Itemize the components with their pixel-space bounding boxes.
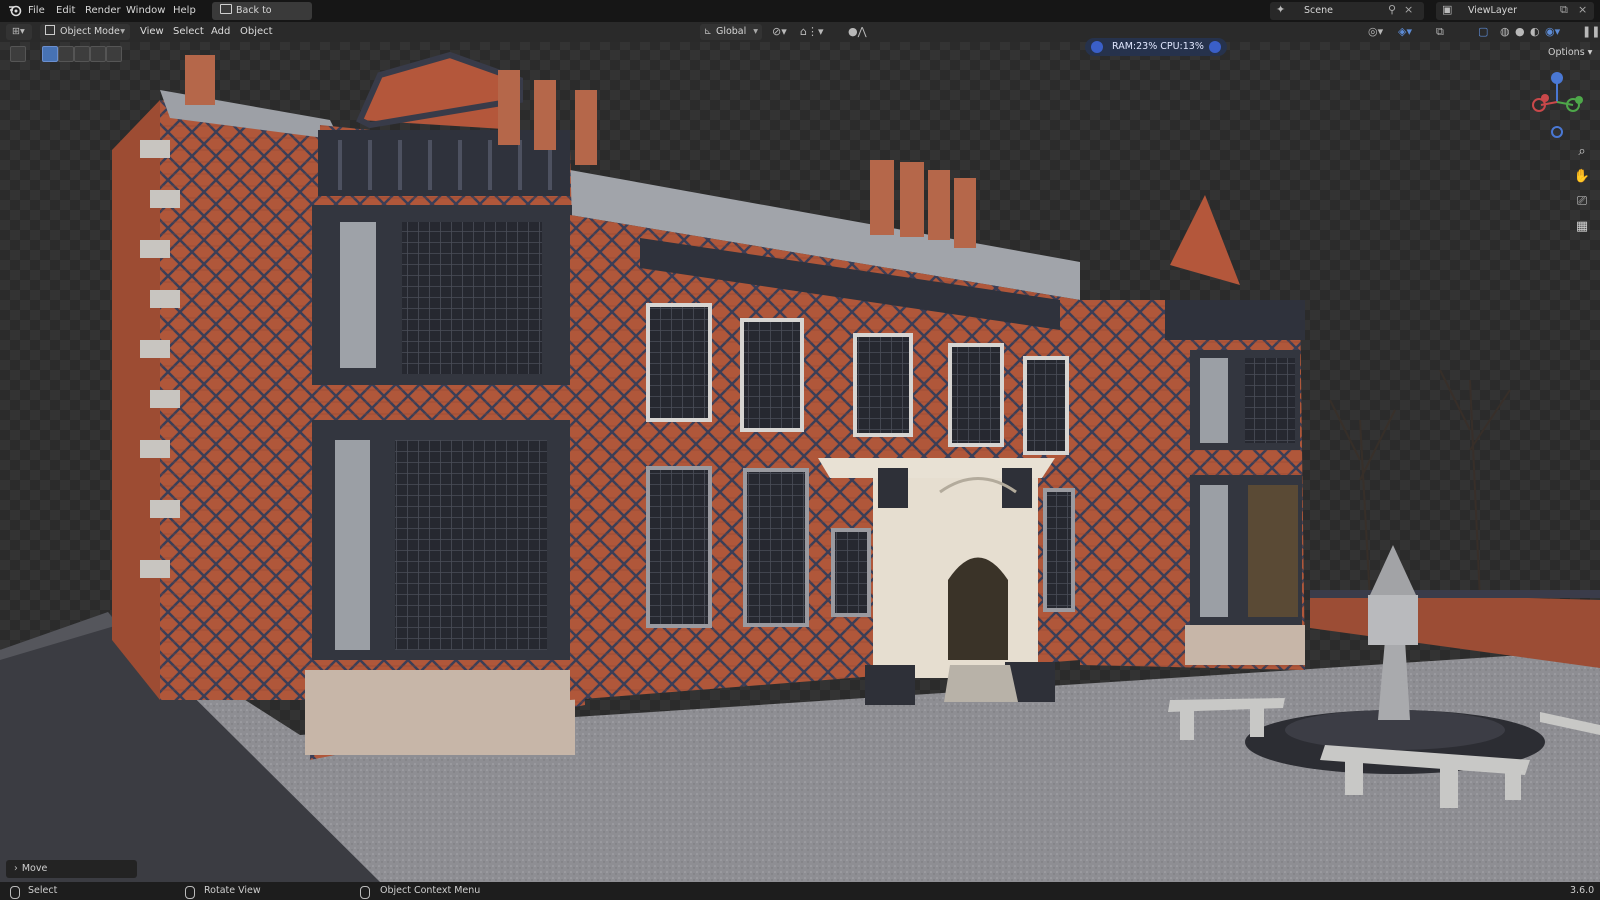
menu-select[interactable]: Select bbox=[173, 24, 204, 40]
grid-ortho-icon[interactable]: ▦ bbox=[1572, 217, 1592, 237]
version-label: 3.6.0 bbox=[1570, 885, 1595, 896]
proportional-edit-icon[interactable]: ●⋀ bbox=[848, 24, 867, 40]
menu-help[interactable]: Help bbox=[173, 3, 196, 19]
menu-view[interactable]: View bbox=[140, 24, 164, 40]
3d-viewport[interactable] bbox=[0, 42, 1600, 882]
zoom-icon[interactable]: ⌕ bbox=[1572, 142, 1592, 162]
menu-file[interactable]: File bbox=[28, 3, 45, 19]
menu-add[interactable]: Add bbox=[211, 24, 230, 40]
menu-edit[interactable]: Edit bbox=[56, 3, 75, 19]
viewlayer-icon: ▣ bbox=[1442, 3, 1453, 16]
status-bar: Select Rotate View Object Context Menu 3… bbox=[0, 882, 1600, 900]
options-dropdown[interactable]: Options ▾ bbox=[1548, 47, 1592, 58]
select-extend-icon[interactable] bbox=[58, 46, 74, 62]
arrow-right-icon[interactable] bbox=[1209, 41, 1221, 53]
wireframe-shading-icon[interactable]: ◍ bbox=[1500, 24, 1510, 40]
select-intersect-icon[interactable] bbox=[106, 46, 122, 62]
rendered-scene bbox=[0, 42, 1600, 882]
snap-icon[interactable]: ⌂⋮▾ bbox=[800, 24, 824, 40]
top-bar: File Edit Render Window Help Back to Pre… bbox=[0, 0, 1600, 34]
pause-render-icon[interactable]: ❚❚ bbox=[1582, 24, 1600, 40]
tweak-tool-icon[interactable] bbox=[10, 46, 26, 62]
mouse-middle-icon bbox=[185, 886, 195, 899]
menu-render[interactable]: Render bbox=[85, 3, 121, 19]
mouse-right-icon bbox=[360, 886, 370, 899]
scene-icon: ✦ bbox=[1276, 3, 1286, 16]
status-select: Select bbox=[28, 885, 58, 896]
viewlayer-selector[interactable]: ▣ ViewLayer ⧉ × bbox=[1436, 2, 1594, 20]
editor-type-icon[interactable]: ⊞▾ bbox=[6, 24, 32, 40]
select-subtract-icon[interactable] bbox=[74, 46, 90, 62]
material-shading-icon[interactable]: ◐ bbox=[1530, 24, 1540, 40]
pan-hand-icon[interactable]: ✋ bbox=[1572, 167, 1592, 187]
viewport-header: ⊞▾ Object Mode ▾ View Select Add Object ⊾… bbox=[0, 22, 1600, 42]
duplicate-icon[interactable]: ⧉ bbox=[1560, 3, 1568, 17]
blender-logo-icon[interactable] bbox=[8, 3, 22, 19]
status-context-menu: Object Context Menu bbox=[380, 885, 481, 896]
pin-icon[interactable]: ⚲ bbox=[1388, 3, 1396, 16]
chevron-down-icon: ▾ bbox=[753, 26, 758, 37]
transform-orientation-icon: ⊾ bbox=[704, 26, 712, 37]
status-rotate-view: Rotate View bbox=[204, 885, 261, 896]
solid-shading-icon[interactable]: ● bbox=[1515, 24, 1525, 40]
microphone-icon bbox=[1091, 41, 1103, 53]
rendered-shading-icon[interactable]: ◉▾ bbox=[1545, 24, 1560, 40]
view-select-icon[interactable]: ▢ bbox=[1478, 24, 1488, 40]
system-stats: RAM:23% CPU:13% bbox=[1085, 38, 1227, 56]
chevron-right-icon: › bbox=[14, 863, 18, 874]
select-new-icon[interactable] bbox=[42, 46, 58, 62]
mode-icon bbox=[45, 25, 55, 35]
mode-dropdown[interactable]: Object Mode ▾ bbox=[40, 24, 130, 40]
gizmo-icon[interactable]: ◎▾ bbox=[1368, 24, 1383, 40]
menu-object[interactable]: Object bbox=[240, 24, 273, 40]
menu-window[interactable]: Window bbox=[126, 3, 165, 19]
camera-icon[interactable]: ⎚ bbox=[1572, 192, 1592, 212]
xray-icon[interactable]: ⧉ bbox=[1436, 24, 1444, 40]
mouse-left-icon bbox=[10, 886, 20, 899]
axis-gizmo[interactable] bbox=[1525, 70, 1589, 140]
select-invert-icon[interactable] bbox=[90, 46, 106, 62]
close-icon[interactable]: × bbox=[1404, 3, 1413, 16]
scene-selector[interactable]: ✦ Scene ⚲ × bbox=[1270, 2, 1424, 20]
chevron-down-icon: ▾ bbox=[120, 26, 125, 37]
screen-icon bbox=[220, 4, 232, 14]
back-to-previous-button[interactable]: Back to Previous bbox=[212, 2, 312, 34]
transform-orientation-dropdown[interactable]: ⊾ Global ▾ bbox=[700, 24, 762, 40]
close-icon[interactable]: × bbox=[1578, 3, 1587, 16]
pivot-icon[interactable]: ⊘▾ bbox=[772, 24, 787, 40]
overlay-icon[interactable]: ◈▾ bbox=[1398, 24, 1412, 40]
last-operator-panel[interactable]: › Move bbox=[6, 860, 137, 878]
